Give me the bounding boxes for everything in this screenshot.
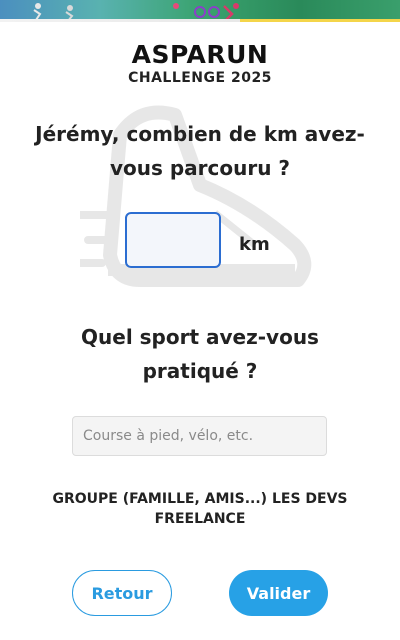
header-banner xyxy=(0,0,400,22)
back-button[interactable]: Retour xyxy=(72,570,172,616)
distance-unit-label: km xyxy=(239,234,270,255)
sport-question: Quel sport avez-vous pratiqué ? xyxy=(81,325,319,383)
app-title: ASPARUN xyxy=(131,40,269,69)
distance-input[interactable] xyxy=(125,212,221,268)
distance-question: Jérémy, combien de km avez-vous parcouru… xyxy=(35,122,365,180)
app-subtitle: CHALLENGE 2025 xyxy=(128,70,272,86)
banner-ground xyxy=(0,19,400,22)
group-label: GROUPE (FAMILLE, AMIS...) LES DEVS FREEL… xyxy=(52,491,348,527)
sport-input[interactable] xyxy=(72,416,327,456)
submit-button[interactable]: Valider xyxy=(229,570,328,616)
